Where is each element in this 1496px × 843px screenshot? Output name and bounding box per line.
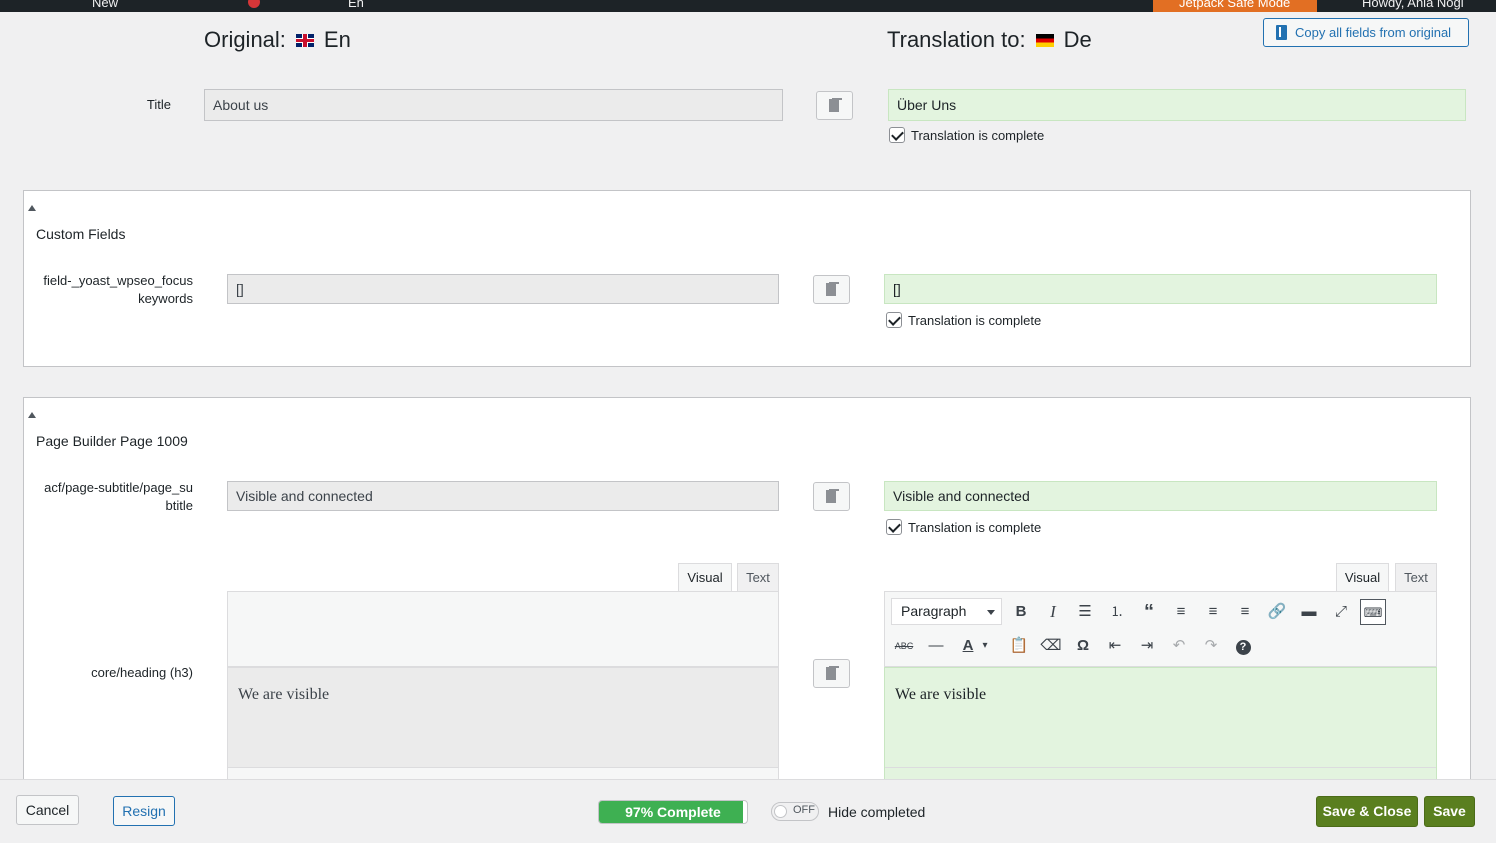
complete-label: Translation is complete <box>908 519 1042 535</box>
admin-bar-new[interactable]: New <box>92 0 118 10</box>
subtitle-translation-input[interactable]: Visible and connected <box>884 481 1437 511</box>
title-field-label: Title <box>146 97 171 112</box>
title-complete-checkbox[interactable]: Translation is complete <box>889 127 1044 143</box>
copy-icon <box>1276 25 1287 40</box>
translation-language: De <box>1063 27 1092 52</box>
copy-subtitle-button[interactable] <box>813 482 850 511</box>
collapse-arrow-icon[interactable] <box>28 412 36 418</box>
yoast-original-field: [] <box>227 274 779 304</box>
de-flag-icon <box>1035 33 1054 47</box>
copy-all-label: Copy all fields from original <box>1295 25 1452 40</box>
custom-fields-title: Custom Fields <box>36 226 126 242</box>
toolbar-toggle-icon[interactable]: ⌨ <box>1360 599 1386 625</box>
original-text-tab[interactable]: Text <box>737 563 779 592</box>
complete-label: Translation is complete <box>911 127 1045 143</box>
jetpack-label: Jetpack Safe Mode <box>1179 0 1291 10</box>
yoast-complete-checkbox[interactable]: Translation is complete <box>886 312 1041 328</box>
title-translation-input[interactable]: Über Uns <box>888 89 1466 121</box>
horizontal-line-icon[interactable]: — <box>923 633 949 659</box>
toggle-knob <box>774 805 787 818</box>
chevron-down-icon <box>987 610 995 615</box>
format-select-value: Paragraph <box>901 603 967 619</box>
jetpack-safe-mode-badge[interactable]: Jetpack Safe Mode <box>1153 0 1317 12</box>
footer-bar: Cancel Resign 97% Complete OFF Hide comp… <box>0 779 1496 843</box>
clear-formatting-icon[interactable]: ⌫ <box>1038 633 1064 659</box>
align-right-icon[interactable]: ≡ <box>1232 599 1258 625</box>
original-heading-content: We are visible <box>227 667 779 779</box>
translation-label: Translation to: <box>887 27 1026 52</box>
undo-icon[interactable]: ↶ <box>1166 633 1192 659</box>
yoast-translation-input[interactable]: [] <box>884 274 1437 304</box>
resign-button[interactable]: Resign <box>113 796 175 826</box>
hide-completed-label: Hide completed <box>828 804 926 820</box>
read-more-icon[interactable]: ▬ <box>1296 599 1322 625</box>
original-editor-resize-bar <box>228 767 778 779</box>
translation-visual-tab[interactable]: Visual <box>1336 563 1389 592</box>
original-label: Original: <box>204 27 286 52</box>
subtitle-complete-checkbox[interactable]: Translation is complete <box>886 519 1041 535</box>
subtitle-original-field: Visible and connected <box>227 481 779 511</box>
notification-dot-icon <box>248 0 260 8</box>
copy-all-fields-button[interactable]: Copy all fields from original <box>1263 18 1469 47</box>
translation-text-tab[interactable]: Text <box>1395 563 1437 592</box>
translation-editor-resize-bar <box>885 767 1436 779</box>
outdent-icon[interactable]: ⇤ <box>1102 633 1128 659</box>
translation-language-heading: Translation to: De <box>887 27 1092 53</box>
original-editor-toolbar <box>227 591 779 667</box>
checkbox-checked-icon[interactable] <box>889 127 905 143</box>
original-language-heading: Original: En <box>204 27 351 53</box>
bulleted-list-icon[interactable]: ☰ <box>1072 599 1098 625</box>
hide-completed-toggle[interactable]: OFF <box>771 802 819 821</box>
indent-icon[interactable]: ⇥ <box>1134 633 1160 659</box>
copy-title-button[interactable] <box>816 91 853 120</box>
redo-icon[interactable]: ↷ <box>1198 633 1224 659</box>
numbered-list-icon[interactable]: ⒈ <box>1104 599 1130 625</box>
blockquote-icon[interactable]: “ <box>1136 599 1162 625</box>
admin-bar-language[interactable]: En <box>348 0 364 10</box>
complete-label: Translation is complete <box>908 312 1042 328</box>
checkbox-checked-icon[interactable] <box>886 519 902 535</box>
progress-label: 97% Complete <box>625 804 721 820</box>
italic-icon[interactable]: I <box>1040 599 1066 625</box>
page-builder-title: Page Builder Page 1009 <box>36 433 188 449</box>
collapse-arrow-icon[interactable] <box>28 205 36 211</box>
original-visual-tab[interactable]: Visual <box>678 563 732 592</box>
save-close-button[interactable]: Save & Close <box>1316 796 1418 827</box>
chevron-down-icon[interactable]: ▾ <box>978 633 992 659</box>
heading-field-label: core/heading (h3) <box>91 665 193 680</box>
admin-bar-user[interactable]: Howdy, Ania Nogi <box>1362 0 1464 10</box>
subtitle-field-label: acf/page-subtitle/page_subtitle <box>44 480 193 513</box>
uk-flag-icon <box>295 33 314 47</box>
copy-heading-button[interactable] <box>813 659 850 688</box>
paste-text-icon[interactable]: 📋 <box>1006 633 1032 659</box>
special-character-icon[interactable]: Ω <box>1070 633 1096 659</box>
align-center-icon[interactable]: ≡ <box>1200 599 1226 625</box>
link-icon[interactable]: 🔗 <box>1264 599 1290 625</box>
align-left-icon[interactable]: ≡ <box>1168 599 1194 625</box>
save-button[interactable]: Save <box>1424 796 1475 827</box>
progress-bar: 97% Complete <box>598 800 748 824</box>
strikethrough-icon[interactable]: ABC <box>891 633 917 659</box>
bold-icon[interactable]: B <box>1008 599 1034 625</box>
admin-bar: New En Jetpack Safe Mode Howdy, Ania Nog… <box>0 0 1496 12</box>
help-icon[interactable]: ? <box>1230 633 1256 659</box>
copy-yoast-button[interactable] <box>813 275 850 304</box>
title-original-field: About us <box>204 89 783 121</box>
format-select[interactable]: Paragraph <box>891 598 1002 625</box>
original-language: En <box>323 27 351 52</box>
cancel-button[interactable]: Cancel <box>16 795 79 825</box>
checkbox-checked-icon[interactable] <box>886 312 902 328</box>
yoast-field-label: field-_yoast_wpseo_focuskeywords <box>43 273 193 306</box>
translation-heading-editor[interactable]: We are visible <box>884 667 1437 779</box>
fullscreen-icon[interactable]: ⤢ <box>1328 599 1354 625</box>
toggle-state: OFF <box>793 804 815 816</box>
